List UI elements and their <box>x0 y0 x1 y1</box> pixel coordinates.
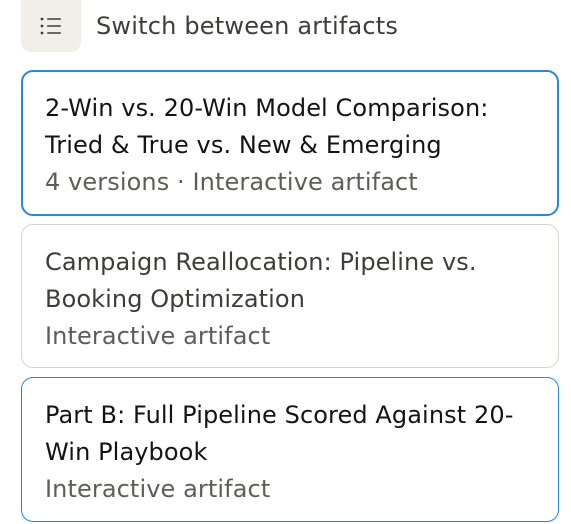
artifact-title: Campaign Reallocation: Pipeline vs. Book… <box>45 248 477 313</box>
header-title: Switch between artifacts <box>96 12 399 40</box>
artifact-meta: 4 versions · Interactive artifact <box>45 168 418 196</box>
artifact-card-campaign-reallocation[interactable]: Campaign Reallocation: Pipeline vs. Book… <box>21 224 559 368</box>
artifact-title: 2-Win vs. 20-Win Model Comparison: Tried… <box>45 94 489 159</box>
artifact-list-button[interactable] <box>21 0 81 52</box>
artifact-card-full-pipeline[interactable]: Part B: Full Pipeline Scored Against 20-… <box>21 377 559 522</box>
artifact-card-model-comparison[interactable]: 2-Win vs. 20-Win Model Comparison: Tried… <box>21 70 559 216</box>
artifact-meta: Interactive artifact <box>45 322 271 350</box>
artifact-title: Part B: Full Pipeline Scored Against 20-… <box>45 401 514 466</box>
artifact-meta: Interactive artifact <box>45 475 271 503</box>
list-icon <box>40 17 62 35</box>
artifact-switcher-header: Switch between artifacts <box>21 0 561 52</box>
